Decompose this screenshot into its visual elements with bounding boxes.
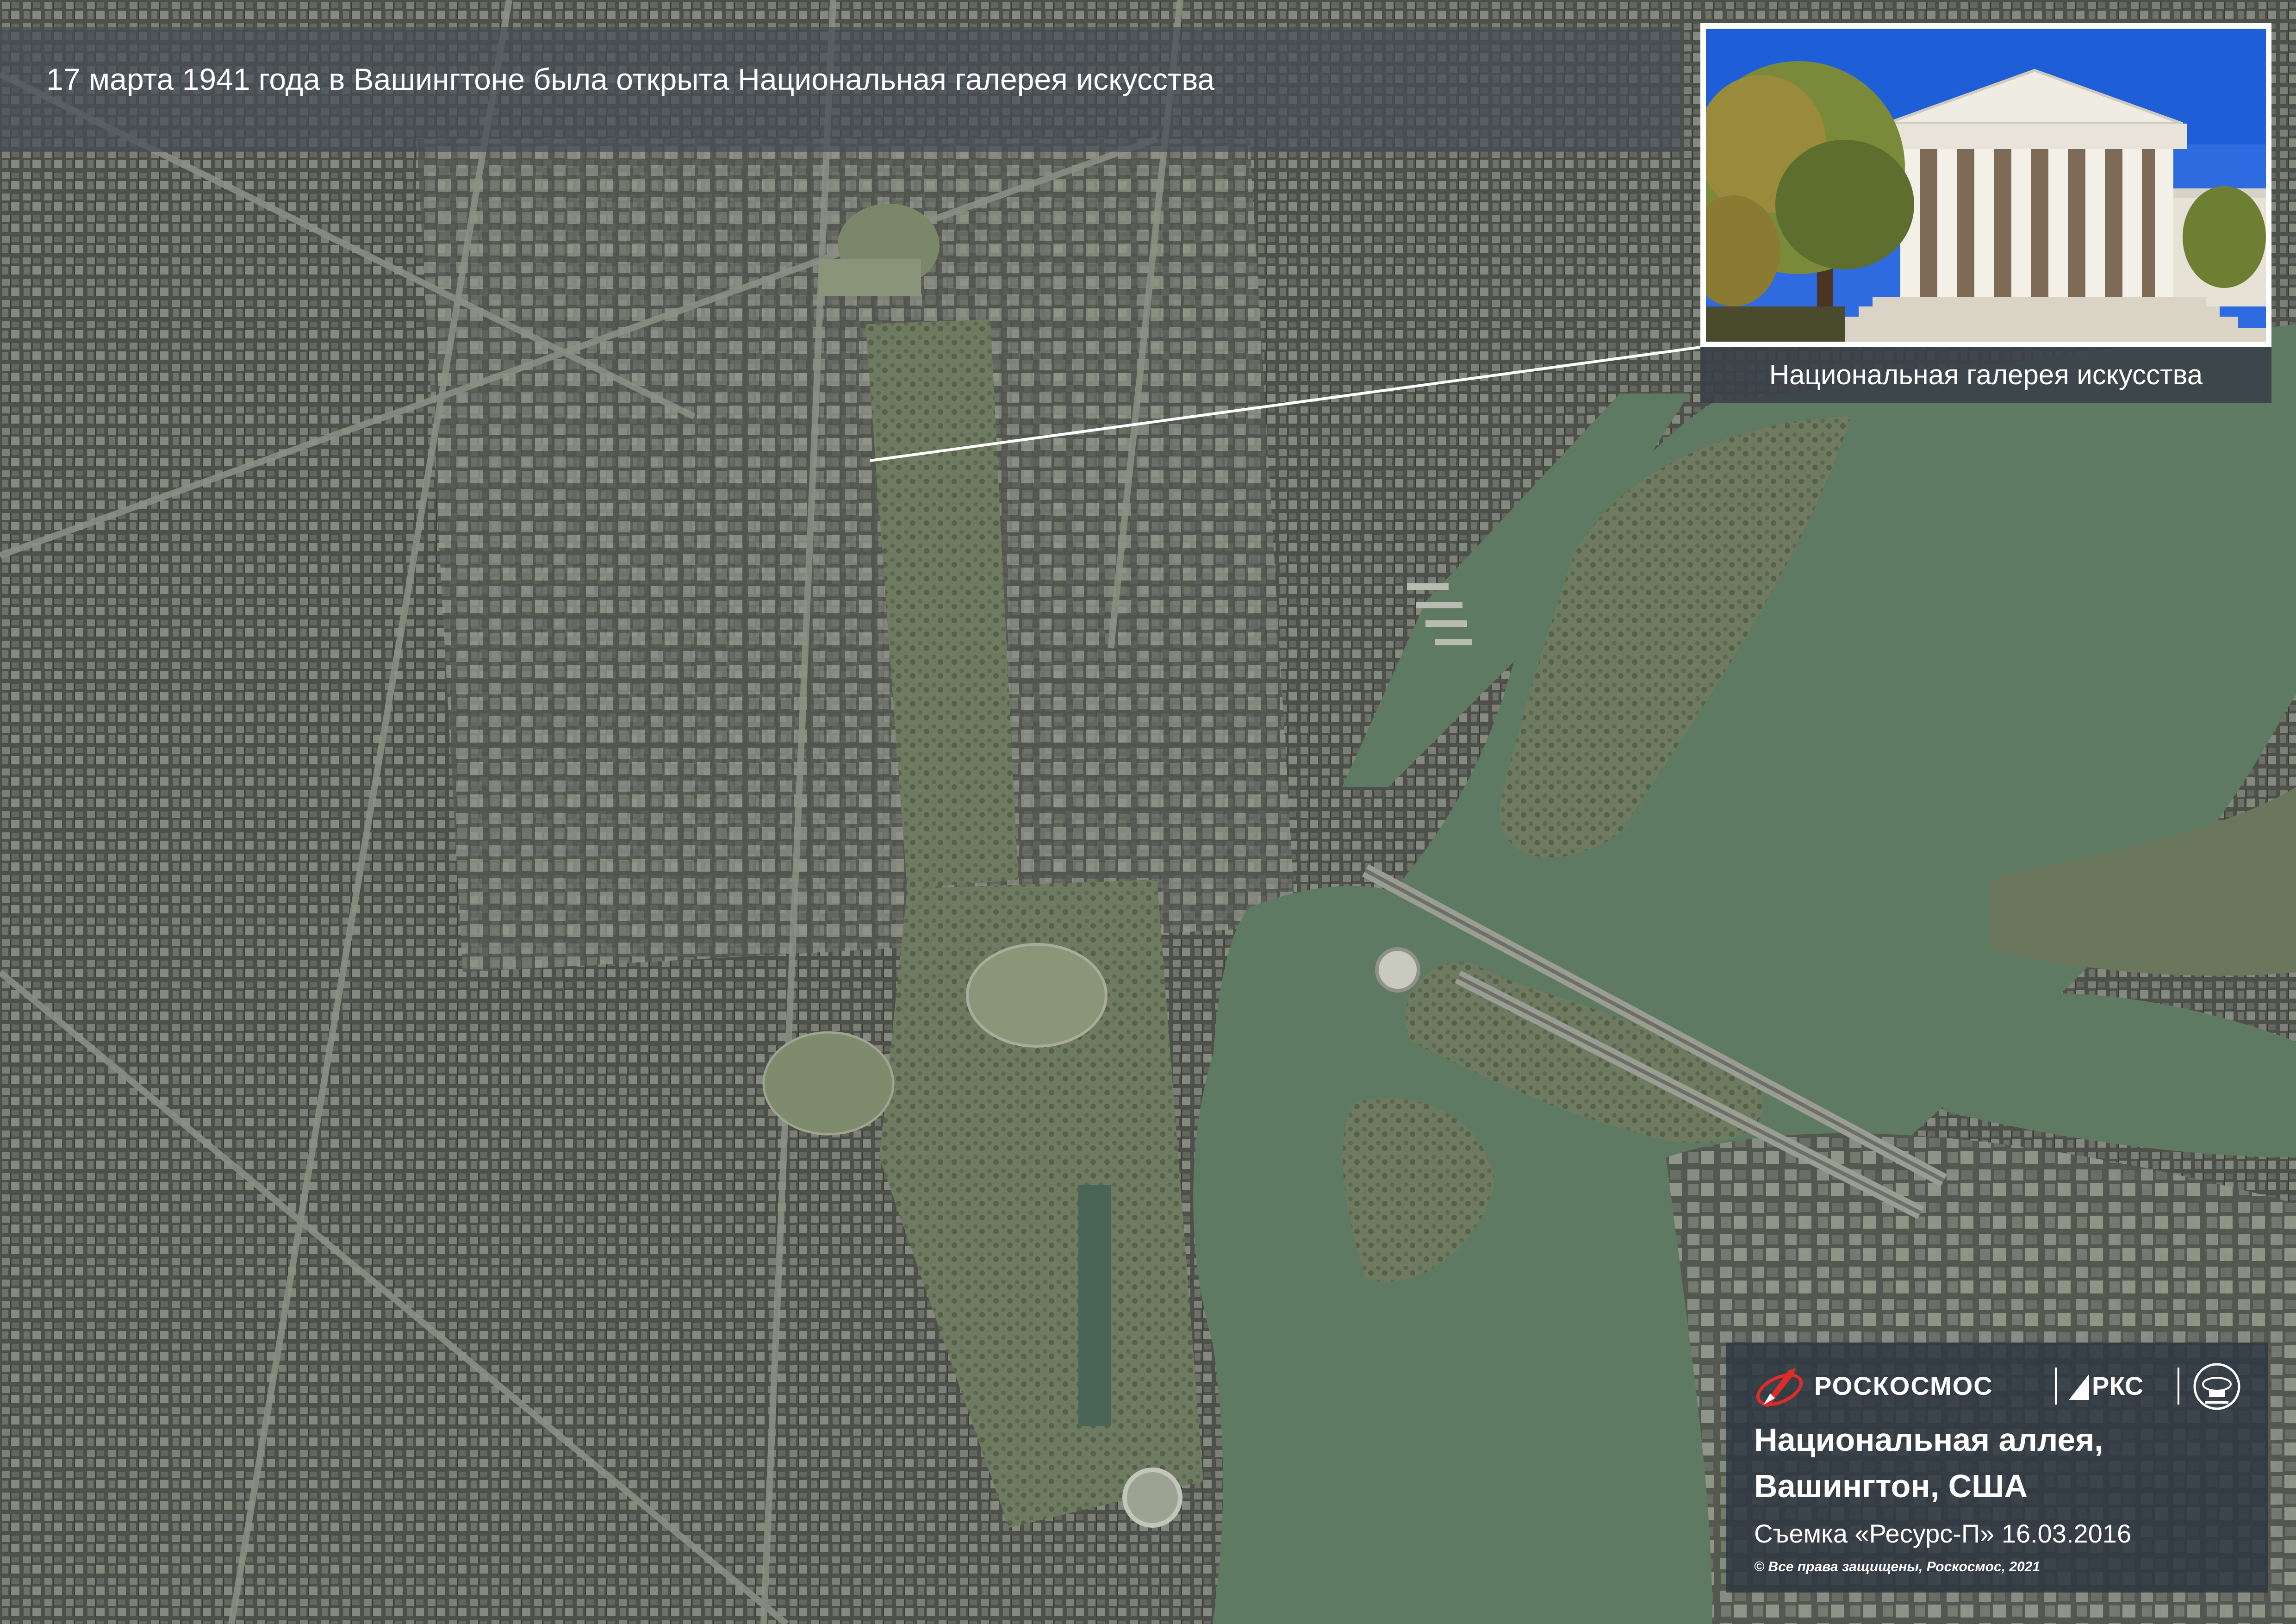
rks-logo-text: РКС xyxy=(2092,1371,2144,1400)
capture-info: Съемка «Ресурс-П» 16.03.2016 xyxy=(1754,1519,2132,1548)
roscosmos-logo-text: РОСКОСМОС xyxy=(1814,1371,1993,1400)
place-name-line1: Национальная аллея, xyxy=(1754,1422,2103,1458)
rks-mark-icon xyxy=(2069,1374,2089,1400)
info-panel: РОСКОСМОС РКС Национальная аллея, Вашинг… xyxy=(1726,1343,2268,1593)
logo-divider xyxy=(2055,1368,2057,1405)
inset-caption-panel: Национальная галерея искусства xyxy=(1700,347,2271,403)
place-name-line2: Вашингтон, США xyxy=(1754,1468,2028,1504)
page-title: 17 марта 1941 года в Вашингтоне была отк… xyxy=(46,62,1215,96)
rks-emblem-icon xyxy=(2193,1363,2240,1410)
logo-row: РОСКОСМОС РКС xyxy=(1754,1361,2254,1412)
inset-caption: Национальная галерея искусства xyxy=(1769,359,2203,390)
copyright-notice: © Все права защищены, Роскосмос, 2021 xyxy=(1754,1559,2041,1574)
inset-photo-frame xyxy=(1700,23,2271,347)
roscosmos-rocket-icon xyxy=(1756,1368,1803,1407)
logo-divider xyxy=(2178,1368,2179,1405)
national-gallery-photo xyxy=(1706,29,2266,342)
